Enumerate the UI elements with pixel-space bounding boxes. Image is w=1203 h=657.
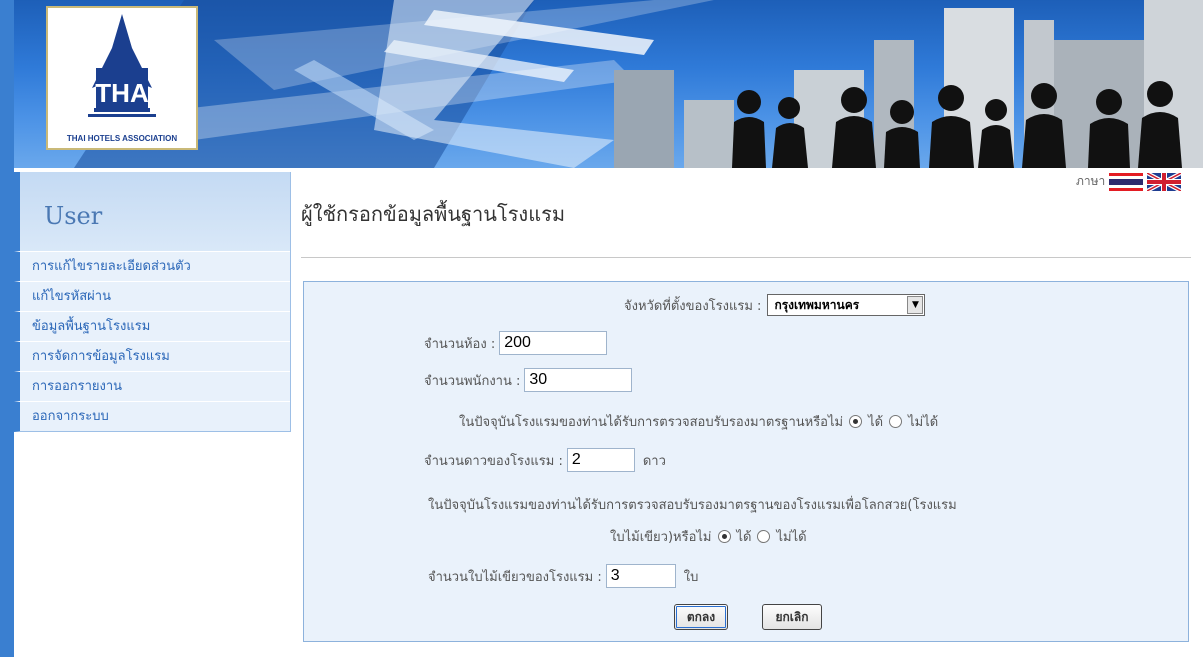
rooms-row: จำนวนห้อง : <box>424 331 608 355</box>
sidebar: User การแก้ไขรายละเอียดส่วนตัว แก้ไขรหัส… <box>14 172 291 432</box>
ok-button[interactable]: ตกลง <box>674 604 728 630</box>
green-question-line2: ใบไม้เขียว)หรือไม่ <box>610 530 712 545</box>
sidebar-item-hotel-data-management[interactable]: การจัดการข้อมูลโรงแรม <box>14 341 290 371</box>
page-title: ผู้ใช้กรอกข้อมูลพื้นฐานโรงแรม <box>301 202 566 226</box>
leaves-unit: ใบ <box>683 569 699 585</box>
certification-yes-label: ได้ <box>868 415 884 430</box>
sidebar-title: User <box>44 202 103 230</box>
rooms-input[interactable] <box>499 331 608 355</box>
staff-input[interactable] <box>524 368 633 392</box>
sidebar-header: User <box>14 172 290 251</box>
logo-name: THAI HOTELS ASSOCIATION <box>66 134 178 143</box>
tha-crown-icon: THA <box>88 14 156 117</box>
uk-flag-icon[interactable] <box>1147 172 1182 191</box>
green-question-line1: ในปัจจุบันโรงแรมของท่านได้รับการตรวจสอบร… <box>428 498 957 513</box>
certification-question: ในปัจจุบันโรงแรมของท่านได้รับการตรวจสอบร… <box>459 415 844 430</box>
green-yes-radio[interactable] <box>717 530 731 543</box>
sidebar-item-logout[interactable]: ออกจากระบบ <box>14 401 290 432</box>
tha-logo[interactable]: THA THAI HOTELS ASSOCIATION <box>46 6 198 150</box>
province-select[interactable]: กรุงเทพมหานคร ▼ <box>767 294 926 316</box>
chevron-down-icon: ▼ <box>907 296 924 314</box>
sidebar-item-reports[interactable]: การออกรายงาน <box>14 371 290 401</box>
title-divider <box>301 257 1191 258</box>
stars-row: จำนวนดาวของโรงแรม : ดาว <box>424 448 666 472</box>
certification-yes-radio[interactable] <box>849 415 863 428</box>
stars-label: จำนวนดาวของโรงแรม : <box>424 453 563 469</box>
green-yes-label: ได้ <box>736 530 752 545</box>
sidebar-item-hotel-basic-info[interactable]: ข้อมูลพื้นฐานโรงแรม <box>14 311 290 341</box>
green-no-radio[interactable] <box>757 530 771 543</box>
left-accent-stripe <box>0 0 14 657</box>
province-row: จังหวัดที่ตั้งของโรงแรม : กรุงเทพมหานคร … <box>624 294 926 316</box>
certification-no-label: ไม่ได้ <box>908 415 939 430</box>
staff-label: จำนวนพนักงาน : <box>424 373 521 389</box>
staff-row: จำนวนพนักงาน : <box>424 368 633 392</box>
certification-no-radio[interactable] <box>889 415 903 428</box>
leaves-row: จำนวนใบไม้เขียวของโรงแรม : ใบ <box>428 564 698 588</box>
header-banner: THA THAI HOTELS ASSOCIATION <box>14 0 1203 168</box>
certification-row: ในปัจจุบันโรงแรมของท่านได้รับการตรวจสอบร… <box>459 411 938 432</box>
sidebar-item-change-password[interactable]: แก้ไขรหัสผ่าน <box>14 281 290 311</box>
language-label: ภาษา <box>1076 174 1106 188</box>
green-certification-row: ใบไม้เขียว)หรือไม่ ได้ ไม่ได้ <box>610 526 807 547</box>
cancel-button[interactable]: ยกเลิก <box>762 604 822 630</box>
sidebar-item-edit-profile[interactable]: การแก้ไขรายละเอียดส่วนตัว <box>14 251 290 281</box>
province-select-value: กรุงเทพมหานคร <box>774 297 860 312</box>
logo-abbrev: THA <box>95 78 149 108</box>
stars-input[interactable] <box>566 448 635 472</box>
green-no-label: ไม่ได้ <box>776 530 807 545</box>
hotel-info-form: จังหวัดที่ตั้งของโรงแรม : กรุงเทพมหานคร … <box>303 281 1189 642</box>
leaves-input[interactable] <box>605 564 676 588</box>
language-switcher: ภาษา <box>1076 172 1182 191</box>
province-label: จังหวัดที่ตั้งของโรงแรม : <box>624 298 762 314</box>
leaves-label: จำนวนใบไม้เขียวของโรงแรม : <box>428 569 602 585</box>
thai-flag-icon[interactable] <box>1109 172 1144 191</box>
stars-unit: ดาว <box>642 453 666 469</box>
rooms-label: จำนวนห้อง : <box>424 336 496 352</box>
